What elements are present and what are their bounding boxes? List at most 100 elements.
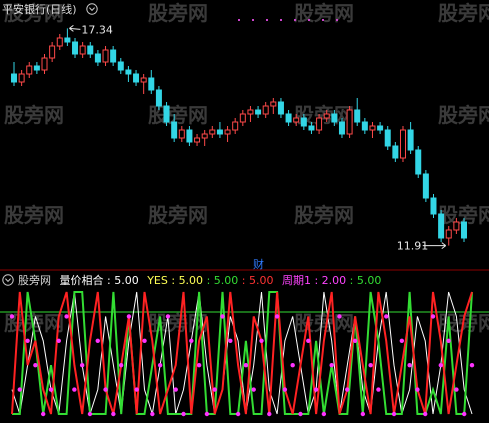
watermark: 股旁网 — [294, 311, 354, 335]
candle-body — [140, 77, 147, 83]
candle-body — [392, 145, 399, 159]
label-zhouqi: 周期1 — [282, 274, 311, 287]
magenta-point — [298, 411, 303, 417]
colon: : — [350, 274, 357, 287]
watermark: 股旁网 — [438, 103, 489, 127]
candle-body — [377, 125, 384, 131]
magenta-point — [64, 314, 69, 319]
magenta-point — [399, 338, 405, 343]
magenta-point — [274, 314, 280, 319]
candle-body — [338, 121, 345, 135]
candle-body — [384, 129, 391, 147]
magenta-point — [33, 363, 38, 368]
candle-body — [323, 113, 330, 119]
magenta-point — [126, 314, 132, 319]
candle-body — [300, 117, 307, 127]
magenta-point — [103, 387, 108, 392]
magenta-point — [313, 387, 319, 392]
chart-canvas: 股旁网 股旁网 股旁网 股旁网 股旁网 股旁网 股旁网 股旁网 股旁网 股旁网 … — [0, 1, 489, 417]
magenta-point — [150, 411, 155, 417]
candle-body — [41, 57, 48, 71]
magenta-point — [228, 338, 233, 343]
watermark: 股旁网 — [148, 203, 208, 227]
magenta-point — [40, 411, 46, 417]
magenta-point — [56, 338, 61, 343]
magenta-point — [290, 363, 295, 368]
magenta-point — [259, 338, 264, 343]
candle-body — [94, 53, 101, 63]
watermark: 股旁网 — [4, 103, 64, 127]
magenta-point — [9, 314, 15, 319]
candle-body — [331, 113, 338, 123]
candle-body — [308, 125, 315, 131]
candle-body — [224, 129, 231, 135]
chart-title: 平安银行(日线) — [2, 2, 77, 16]
candle-body — [262, 105, 269, 115]
indicator-label-line: 股旁网 量价相合 : 5.00 YES : 5.00 : 5.00 : 5.00… — [18, 273, 381, 287]
candle-body — [346, 109, 353, 135]
candle-body — [399, 129, 406, 159]
magenta-point — [345, 387, 350, 392]
magenta-point — [415, 387, 420, 392]
candle-body — [72, 41, 79, 55]
candle-body — [247, 109, 254, 115]
candle-body — [155, 89, 162, 107]
candle-body — [110, 49, 117, 63]
magenta-point — [282, 387, 288, 392]
candle-body — [171, 121, 178, 139]
candle-body — [11, 73, 17, 83]
candle-body — [453, 221, 460, 231]
candle-body — [26, 65, 33, 75]
magenta-point — [220, 314, 225, 319]
magenta-point — [423, 411, 428, 417]
circle-chevron-down-icon[interactable] — [2, 274, 14, 286]
candle-body — [18, 73, 25, 83]
magenta-point — [376, 387, 381, 392]
magenta-point — [189, 338, 194, 343]
magenta-point — [111, 411, 116, 417]
candle-body — [49, 45, 56, 59]
candle-body — [270, 101, 277, 107]
high-price-label: 17.34 — [81, 23, 113, 36]
magenta-point — [321, 411, 327, 417]
magenta-point — [25, 338, 30, 343]
colon: : — [107, 274, 114, 287]
colon: : — [171, 274, 178, 287]
candle-body — [87, 45, 94, 55]
candle-body — [415, 149, 422, 175]
magenta-point — [407, 363, 412, 368]
value-zhouqi: 2.00 — [322, 274, 347, 287]
candle-body — [277, 101, 284, 115]
label-yes: YES — [146, 274, 168, 287]
candle-body — [64, 37, 71, 43]
candle-body — [293, 117, 300, 123]
finance-marker[interactable]: 财 — [253, 257, 264, 271]
candle-body — [117, 61, 124, 71]
magenta-point — [306, 338, 311, 343]
magenta-point — [446, 338, 451, 343]
candle-body — [255, 109, 262, 115]
value-lianjia: 5.00 — [114, 274, 139, 287]
circle-chevron-down-icon[interactable] — [86, 3, 98, 15]
magenta-point — [384, 314, 389, 319]
value-zhouqi-b: 5.00 — [357, 274, 382, 287]
magenta-point — [329, 363, 334, 368]
high-arrow — [69, 25, 81, 32]
magenta-point — [142, 338, 147, 343]
magenta-point — [157, 363, 163, 368]
candle-body — [33, 65, 40, 71]
magenta-point — [391, 411, 397, 417]
candle-body — [178, 129, 185, 139]
candle-body — [285, 113, 292, 123]
candle-body — [209, 129, 216, 135]
value-yes-b: 5.00 — [214, 274, 239, 287]
candles — [11, 28, 467, 246]
watermark: 股旁网 — [294, 203, 354, 227]
magenta-point — [48, 387, 54, 392]
candle-body — [216, 129, 223, 135]
candle-body — [422, 173, 429, 199]
magenta-point — [469, 363, 475, 368]
candle-body — [102, 49, 109, 63]
candle-body — [232, 121, 239, 131]
magenta-point — [352, 338, 358, 343]
